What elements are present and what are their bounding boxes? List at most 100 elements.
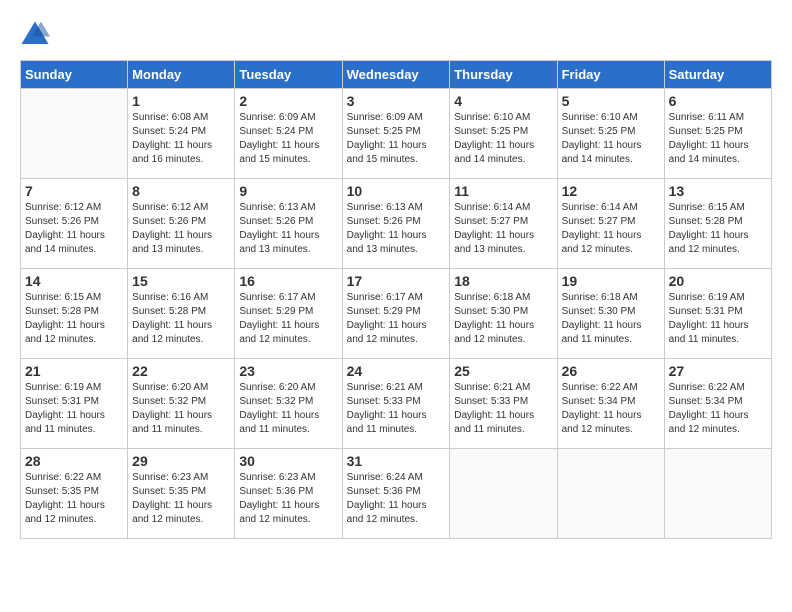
calendar-cell: 2 Sunrise: 6:09 AM Sunset: 5:24 PM Daylig… [235,89,342,179]
day-info: Sunrise: 6:13 AM Sunset: 5:26 PM Dayligh… [239,201,337,257]
day-number: 16 [239,273,337,289]
day-info: Sunrise: 6:19 AM Sunset: 5:31 PM Dayligh… [669,291,767,347]
calendar-header: SundayMondayTuesdayWednesdayThursdayFrid… [21,61,772,89]
logo [20,20,54,50]
calendar-cell: 1 Sunrise: 6:08 AM Sunset: 5:24 PM Daylig… [128,89,235,179]
day-info: Sunrise: 6:23 AM Sunset: 5:35 PM Dayligh… [132,471,230,527]
day-info: Sunrise: 6:10 AM Sunset: 5:25 PM Dayligh… [562,111,660,167]
day-number: 27 [669,363,767,379]
calendar-cell: 24 Sunrise: 6:21 AM Sunset: 5:33 PM Dayli… [342,359,450,449]
day-info: Sunrise: 6:10 AM Sunset: 5:25 PM Dayligh… [454,111,552,167]
header-day-sunday: Sunday [21,61,128,89]
day-number: 26 [562,363,660,379]
day-number: 22 [132,363,230,379]
day-info: Sunrise: 6:08 AM Sunset: 5:24 PM Dayligh… [132,111,230,167]
day-info: Sunrise: 6:11 AM Sunset: 5:25 PM Dayligh… [669,111,767,167]
calendar-cell: 30 Sunrise: 6:23 AM Sunset: 5:36 PM Dayli… [235,449,342,539]
calendar-cell: 12Sunrise: 6:14 AM Sunset: 5:27 PM Dayli… [557,179,664,269]
calendar-cell: 23 Sunrise: 6:20 AM Sunset: 5:32 PM Dayli… [235,359,342,449]
day-number: 3 [347,93,446,109]
calendar-cell: 13 Sunrise: 6:15 AM Sunset: 5:28 PM Dayli… [664,179,771,269]
calendar-cell: 6 Sunrise: 6:11 AM Sunset: 5:25 PM Daylig… [664,89,771,179]
day-number: 13 [669,183,767,199]
day-number: 6 [669,93,767,109]
day-number: 2 [239,93,337,109]
day-number: 8 [132,183,230,199]
day-number: 7 [25,183,123,199]
calendar-cell [21,89,128,179]
day-info: Sunrise: 6:09 AM Sunset: 5:24 PM Dayligh… [239,111,337,167]
day-info: Sunrise: 6:12 AM Sunset: 5:26 PM Dayligh… [132,201,230,257]
calendar-week-4: 21Sunrise: 6:19 AM Sunset: 5:31 PM Dayli… [21,359,772,449]
day-number: 15 [132,273,230,289]
day-number: 12 [562,183,660,199]
day-info: Sunrise: 6:18 AM Sunset: 5:30 PM Dayligh… [454,291,552,347]
day-number: 21 [25,363,123,379]
day-info: Sunrise: 6:15 AM Sunset: 5:28 PM Dayligh… [669,201,767,257]
day-info: Sunrise: 6:17 AM Sunset: 5:29 PM Dayligh… [347,291,446,347]
calendar-cell: 4 Sunrise: 6:10 AM Sunset: 5:25 PM Daylig… [450,89,557,179]
day-info: Sunrise: 6:14 AM Sunset: 5:27 PM Dayligh… [454,201,552,257]
day-number: 17 [347,273,446,289]
day-info: Sunrise: 6:23 AM Sunset: 5:36 PM Dayligh… [239,471,337,527]
day-number: 5 [562,93,660,109]
day-number: 23 [239,363,337,379]
calendar-cell: 26 Sunrise: 6:22 AM Sunset: 5:34 PM Dayli… [557,359,664,449]
header-day-monday: Monday [128,61,235,89]
logo-icon [20,20,50,50]
day-info: Sunrise: 6:22 AM Sunset: 5:34 PM Dayligh… [562,381,660,437]
day-info: Sunrise: 6:21 AM Sunset: 5:33 PM Dayligh… [347,381,446,437]
day-number: 20 [669,273,767,289]
calendar-cell [450,449,557,539]
header-day-thursday: Thursday [450,61,557,89]
day-number: 30 [239,453,337,469]
calendar-week-2: 7 Sunrise: 6:12 AM Sunset: 5:26 PM Daylig… [21,179,772,269]
header-day-friday: Friday [557,61,664,89]
calendar-cell: 14Sunrise: 6:15 AM Sunset: 5:28 PM Dayli… [21,269,128,359]
day-number: 25 [454,363,552,379]
calendar-cell: 25 Sunrise: 6:21 AM Sunset: 5:33 PM Dayli… [450,359,557,449]
page-header [20,20,772,50]
day-number: 31 [347,453,446,469]
day-number: 18 [454,273,552,289]
day-info: Sunrise: 6:16 AM Sunset: 5:28 PM Dayligh… [132,291,230,347]
calendar-week-3: 14Sunrise: 6:15 AM Sunset: 5:28 PM Dayli… [21,269,772,359]
day-info: Sunrise: 6:20 AM Sunset: 5:32 PM Dayligh… [132,381,230,437]
header-row: SundayMondayTuesdayWednesdayThursdayFrid… [21,61,772,89]
calendar-cell: 18 Sunrise: 6:18 AM Sunset: 5:30 PM Dayli… [450,269,557,359]
calendar-cell: 27 Sunrise: 6:22 AM Sunset: 5:34 PM Dayli… [664,359,771,449]
calendar-week-5: 28Sunrise: 6:22 AM Sunset: 5:35 PM Dayli… [21,449,772,539]
calendar-week-1: 1 Sunrise: 6:08 AM Sunset: 5:24 PM Daylig… [21,89,772,179]
day-info: Sunrise: 6:13 AM Sunset: 5:26 PM Dayligh… [347,201,446,257]
calendar-cell: 22 Sunrise: 6:20 AM Sunset: 5:32 PM Dayli… [128,359,235,449]
calendar-table: SundayMondayTuesdayWednesdayThursdayFrid… [20,60,772,539]
day-number: 28 [25,453,123,469]
header-day-wednesday: Wednesday [342,61,450,89]
day-number: 4 [454,93,552,109]
day-info: Sunrise: 6:20 AM Sunset: 5:32 PM Dayligh… [239,381,337,437]
calendar-cell: 8 Sunrise: 6:12 AM Sunset: 5:26 PM Daylig… [128,179,235,269]
calendar-cell: 15 Sunrise: 6:16 AM Sunset: 5:28 PM Dayli… [128,269,235,359]
calendar-cell [557,449,664,539]
calendar-cell: 11Sunrise: 6:14 AM Sunset: 5:27 PM Dayli… [450,179,557,269]
calendar-cell: 20 Sunrise: 6:19 AM Sunset: 5:31 PM Dayli… [664,269,771,359]
day-number: 24 [347,363,446,379]
day-info: Sunrise: 6:22 AM Sunset: 5:34 PM Dayligh… [669,381,767,437]
day-number: 14 [25,273,123,289]
day-info: Sunrise: 6:21 AM Sunset: 5:33 PM Dayligh… [454,381,552,437]
calendar-cell [664,449,771,539]
header-day-saturday: Saturday [664,61,771,89]
day-info: Sunrise: 6:09 AM Sunset: 5:25 PM Dayligh… [347,111,446,167]
calendar-cell: 5 Sunrise: 6:10 AM Sunset: 5:25 PM Daylig… [557,89,664,179]
calendar-cell: 28Sunrise: 6:22 AM Sunset: 5:35 PM Dayli… [21,449,128,539]
calendar-cell: 21Sunrise: 6:19 AM Sunset: 5:31 PM Dayli… [21,359,128,449]
calendar-cell: 9Sunrise: 6:13 AM Sunset: 5:26 PM Daylig… [235,179,342,269]
day-info: Sunrise: 6:17 AM Sunset: 5:29 PM Dayligh… [239,291,337,347]
day-info: Sunrise: 6:18 AM Sunset: 5:30 PM Dayligh… [562,291,660,347]
day-number: 19 [562,273,660,289]
header-day-tuesday: Tuesday [235,61,342,89]
calendar-cell: 29Sunrise: 6:23 AM Sunset: 5:35 PM Dayli… [128,449,235,539]
day-number: 1 [132,93,230,109]
calendar-cell: 17 Sunrise: 6:17 AM Sunset: 5:29 PM Dayli… [342,269,450,359]
day-number: 10 [347,183,446,199]
